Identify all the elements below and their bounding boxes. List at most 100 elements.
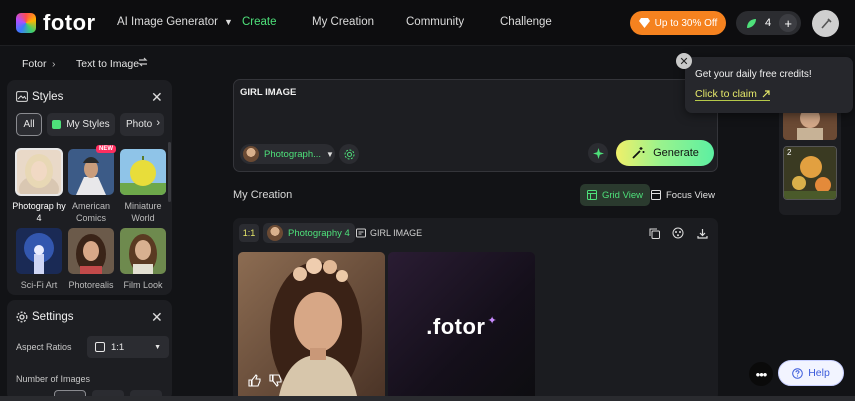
style-tag-label: Photography 4 [288,227,350,239]
claim-link-label: Click to claim [695,88,757,100]
nav-my-creation[interactable]: My Creation [312,16,374,28]
question-icon [792,367,803,379]
sparkle-enhance-icon[interactable] [588,143,608,163]
promo-button[interactable]: Up to 30% Off [630,11,726,35]
style-photorealistic-label: Photorealis [68,280,114,290]
prompt-box[interactable]: GIRL IMAGE Photograph... ▼ Generate [233,79,718,172]
text-prompt-icon [356,228,366,238]
style-tag[interactable]: Photography 4 [263,223,355,243]
leaf-icon [747,18,756,28]
add-credits-icon[interactable]: + [779,14,798,32]
nav-community[interactable]: Community [406,16,464,28]
style-sci-fi-art-label: Sci-Fi Art [20,280,58,290]
square-ratio-icon [95,342,105,352]
logo-text: fotor [43,10,96,35]
prompt-tag: GIRL IMAGE [356,228,422,238]
credits-count: 4 [765,17,772,29]
history-index: 2 [787,148,792,157]
history-thumb-1[interactable] [783,110,837,140]
creation-card: 1:1 Photography 4 GIRL IMAGE .fotor ✦ [233,218,718,401]
help-button[interactable]: Help [778,360,844,386]
user-avatar[interactable] [812,10,839,37]
nav-create[interactable]: Create [242,16,277,28]
style-photography-4[interactable] [15,148,63,196]
daily-credits-popup: Get your daily free credits! Click to cl… [685,57,853,113]
style-film-look-label: Film Look [123,280,163,290]
sparkle-icon: ✦ [487,315,497,327]
promo-label: Up to 30% Off [654,17,718,29]
aspect-ratio-value: 1:1 [111,341,125,353]
nav-challenge[interactable]: Challenge [500,16,552,28]
style-miniature-world-label: Miniature World [124,201,162,223]
close-settings-icon[interactable]: ✕ [151,309,163,326]
chevron-down-icon: ▼ [154,343,161,351]
copy-icon[interactable] [645,224,663,242]
download-icon[interactable] [693,224,711,242]
focus-icon [651,190,661,200]
prompt-settings-icon[interactable] [339,144,359,164]
styles-panel: Styles ✕ All My Styles Photo › Photograp… [7,80,172,295]
generated-image-1[interactable] [238,252,385,401]
credits-display[interactable]: 4 + [736,11,801,35]
chip-my-styles[interactable]: My Styles [47,113,115,136]
nav-ai-image-generator[interactable]: AI Image Generator ▼ [117,16,233,28]
close-styles-icon[interactable]: ✕ [151,89,163,106]
swap-icon[interactable] [138,57,148,67]
aspect-ratio-select[interactable]: 1:1 ▼ [87,336,169,358]
chevron-right-icon[interactable]: › [156,117,160,129]
settings-title: Settings [32,311,74,323]
chevron-down-icon: ▼ [326,149,334,159]
feedback-buttons [248,374,282,387]
close-popup-icon[interactable]: ✕ [676,53,692,69]
nav-ai-image-generator-label: AI Image Generator [117,16,218,28]
fotor-logo[interactable]: fotor [16,10,96,35]
style-selector[interactable]: Photograph... ▼ [240,144,335,164]
my-creation-title: My Creation [233,189,293,201]
number-of-images-label: Number of Images [16,374,91,384]
styles-scrollbar[interactable] [168,142,171,202]
style-miniature-world[interactable] [120,149,166,195]
claim-link[interactable]: Click to claim [695,88,770,101]
ratio-tag: 1:1 [239,224,259,242]
generate-button[interactable]: Generate [616,140,714,166]
remix-icon[interactable] [669,224,687,242]
top-navigation-bar: fotor AI Image Generator ▼ Create My Crea… [0,0,855,46]
my-styles-icon [52,120,62,129]
generate-label: Generate [653,147,699,159]
grid-icon [587,190,597,200]
focus-view-button[interactable]: Focus View [644,184,722,206]
new-badge: NEW [96,145,116,153]
more-options-button[interactable]: ••• [749,362,773,386]
diamond-icon [638,18,650,28]
style-avatar [243,146,259,162]
style-american-comics[interactable] [68,149,114,195]
breadcrumb-chevron-icon: › [52,58,56,70]
prompt-tag-label: GIRL IMAGE [370,228,423,238]
style-photorealistic[interactable] [68,228,114,274]
grid-view-button[interactable]: Grid View [580,184,651,206]
image-style-icon [16,91,28,102]
gear-icon [16,311,28,323]
chip-photo[interactable]: Photo › [120,113,164,136]
aspect-ratios-label: Aspect Ratios [16,342,72,352]
bottom-strip [0,396,855,401]
breadcrumb-root[interactable]: Fotor [22,58,47,70]
chip-all[interactable]: All [16,113,42,136]
magic-wand-icon [632,147,645,159]
prompt-input[interactable]: GIRL IMAGE [240,87,296,98]
thumbs-up-icon[interactable] [248,374,261,387]
generated-image-2-placeholder[interactable]: .fotor ✦ [388,252,535,401]
fotor-watermark: .fotor [426,313,486,339]
breadcrumb-current[interactable]: Text to Image [76,58,139,70]
settings-panel: Settings ✕ Aspect Ratios 1:1 ▼ Number of… [7,300,172,401]
style-film-look[interactable] [120,228,166,274]
style-american-comics-label: American Comics [71,201,110,223]
styles-title: Styles [32,91,64,103]
arrow-up-right-icon [762,90,770,98]
style-sci-fi-art[interactable] [16,228,62,274]
help-label: Help [808,367,830,379]
wand-icon [820,17,832,29]
thumbs-down-icon[interactable] [269,374,282,387]
style-photography-4-label: Photograp hy 4 [12,201,66,223]
chip-my-styles-label: My Styles [66,119,110,130]
